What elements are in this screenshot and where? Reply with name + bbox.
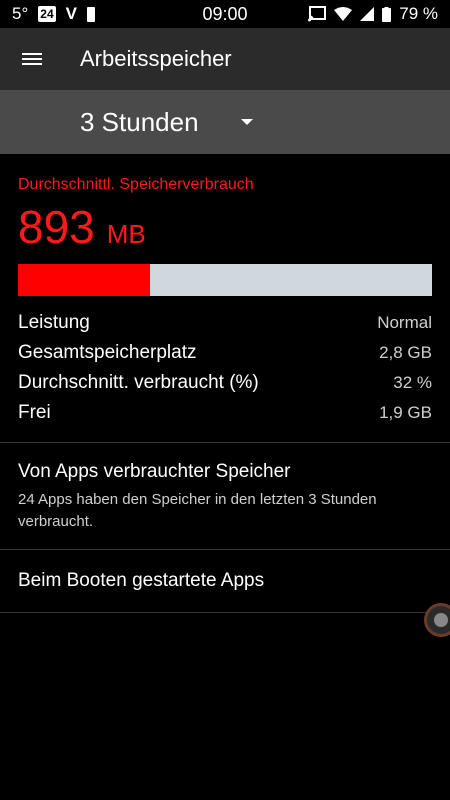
dropdown-arrow-icon (240, 119, 253, 125)
usage-number: 893 (18, 201, 95, 253)
stat-row-average-used: Durchschnitt. verbraucht (%) 32 % (18, 368, 432, 398)
status-right: 79 % (268, 4, 438, 24)
boot-apps-title: Beim Booten gestartete Apps (18, 570, 265, 591)
temperature-text: 5° (12, 4, 29, 23)
main-content: Durchschnittl. Speicherverbrauch 893 MB … (0, 154, 450, 613)
apps-memory-title: Von Apps verbrauchter Speicher (18, 461, 291, 482)
stat-label: Leistung (18, 312, 90, 333)
average-usage-value: 893 MB (18, 200, 450, 254)
stat-row-free: Frei 1,9 GB (18, 398, 432, 428)
usage-progress-fill (18, 264, 151, 296)
app-v-icon: V (65, 4, 77, 23)
apps-memory-item[interactable]: Von Apps verbrauchter Speicher 24 Apps h… (0, 443, 450, 550)
time-range-value: 3 Stunden (80, 106, 199, 137)
usage-progress-bar (18, 264, 432, 296)
stats-list: Leistung Normal Gesamtspeicherplatz 2,8 … (18, 308, 432, 428)
battery-saver-icon (86, 6, 95, 22)
page-title: Arbeitsspeicher (80, 46, 232, 71)
usage-unit: MB (106, 219, 146, 249)
stat-value: 32 % (393, 373, 432, 392)
floating-bubble-icon[interactable] (424, 603, 450, 637)
stat-value: Normal (377, 313, 432, 332)
boot-apps-item[interactable]: Beim Booten gestartete Apps (0, 550, 450, 613)
app-bar: Arbeitsspeicher (0, 28, 450, 90)
cast-icon (308, 6, 327, 22)
status-bar: 5° 24 V 09:00 79 % (0, 0, 450, 28)
stat-label: Durchschnitt. verbraucht (%) (18, 372, 259, 393)
signal-icon (360, 7, 375, 21)
status-left: 5° 24 V (12, 4, 182, 24)
hamburger-menu-icon[interactable] (0, 50, 64, 68)
average-usage-label: Durchschnittl. Speicherverbrauch (18, 176, 254, 193)
battery-percent: 79 % (399, 4, 438, 23)
time-range-dropdown[interactable]: 3 Stunden (0, 90, 450, 154)
stat-label: Gesamtspeicherplatz (18, 342, 197, 363)
stat-value: 1,9 GB (379, 403, 432, 422)
stat-row-total-storage: Gesamtspeicherplatz 2,8 GB (18, 338, 432, 368)
stat-row-performance: Leistung Normal (18, 308, 432, 338)
apps-memory-subtitle: 24 Apps haben den Speicher in den letzte… (18, 491, 377, 530)
calendar-icon: 24 (38, 6, 56, 22)
battery-icon (382, 6, 392, 22)
wifi-icon (334, 7, 353, 21)
stat-label: Frei (18, 402, 51, 423)
stat-value: 2,8 GB (379, 343, 432, 362)
status-time: 09:00 (202, 3, 248, 24)
